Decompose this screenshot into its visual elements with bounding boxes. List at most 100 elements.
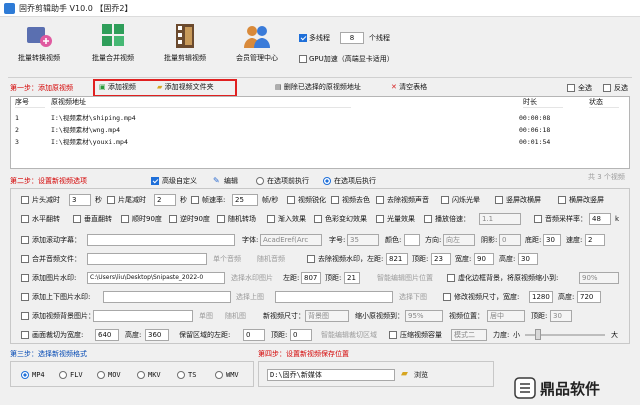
img-wm-path-input[interactable]: C:\Users\liu\Desktop\Snipaste_2022-0 xyxy=(87,272,225,284)
bottom-img-input[interactable] xyxy=(275,291,393,303)
fps-input[interactable]: 25 xyxy=(232,194,258,206)
single-audio-button[interactable]: 单个音频 xyxy=(213,254,241,264)
video-table[interactable]: 序号 原视频地址 时长 状态 1 I:\视频素材\shiping.mp4 00:… xyxy=(10,96,630,169)
format-radio-wmv[interactable] xyxy=(215,371,223,379)
select-bottom-button[interactable]: 选择下图 xyxy=(399,292,427,302)
opt-color-checkbox[interactable] xyxy=(314,215,322,223)
resize-checkbox[interactable] xyxy=(443,293,451,301)
merge-audio-checkbox[interactable] xyxy=(21,255,29,263)
wm-left-input[interactable]: 821 xyxy=(386,253,408,265)
select-top-button[interactable]: 选择上图 xyxy=(236,292,264,302)
top-img-input[interactable] xyxy=(103,291,231,303)
wm-h-input[interactable]: 30 xyxy=(518,253,538,265)
opt-vflip-checkbox[interactable] xyxy=(73,215,81,223)
tail-cut-checkbox[interactable] xyxy=(107,196,115,204)
crop-w-input[interactable]: 640 xyxy=(95,329,119,341)
thread-count-input[interactable]: 8 xyxy=(340,32,364,44)
delete-selected-button[interactable]: ▤ 删除已选择的原视频地址 xyxy=(272,82,377,95)
gpu-checkbox[interactable] xyxy=(299,55,307,63)
blur-bg-checkbox[interactable] xyxy=(447,274,455,282)
bottom-input[interactable]: 30 xyxy=(543,234,561,246)
head-cut-checkbox[interactable] xyxy=(21,196,29,204)
keep-left-input[interactable]: 0 xyxy=(243,329,265,341)
opt-hflip-checkbox[interactable] xyxy=(21,215,29,223)
speed-select[interactable]: 1.1 xyxy=(479,213,521,225)
opt-cw90-checkbox[interactable] xyxy=(121,215,129,223)
color-picker[interactable] xyxy=(404,234,420,246)
select-all-checkbox[interactable] xyxy=(567,84,575,92)
format-radio-mp4[interactable] xyxy=(21,371,29,379)
random-img-button[interactable]: 随机图 xyxy=(225,311,246,321)
wm-top-input[interactable]: 23 xyxy=(431,253,451,265)
resize-h-input[interactable]: 720 xyxy=(577,291,601,303)
vpos-select[interactable]: 居中 xyxy=(487,310,525,322)
img-left-input[interactable]: 807 xyxy=(301,272,321,284)
clear-table-button[interactable]: ✕ 清空表格 xyxy=(388,82,440,95)
crop-checkbox[interactable] xyxy=(21,331,29,339)
img-wm-checkbox[interactable] xyxy=(21,274,29,282)
opt-fadein-checkbox[interactable] xyxy=(267,215,275,223)
smart-crop-button[interactable]: 智能编辑裁切区域 xyxy=(321,330,377,340)
scroll-sub-input[interactable] xyxy=(87,234,235,246)
table-row[interactable]: 1 I:\视频素材\shiping.mp4 00:00:08 xyxy=(11,113,629,124)
compress-checkbox[interactable] xyxy=(389,331,397,339)
after-radio[interactable] xyxy=(323,177,331,185)
opt-decolor-checkbox[interactable] xyxy=(331,196,339,204)
opt-mute-checkbox[interactable] xyxy=(376,196,384,204)
format-radio-mov[interactable] xyxy=(97,371,105,379)
force-slider-thumb[interactable] xyxy=(535,329,541,340)
shrink-select[interactable]: 95% xyxy=(405,310,443,322)
opt-h2v-checkbox[interactable] xyxy=(558,196,566,204)
add-folder-button[interactable]: ▰ 添加视频文件夹 xyxy=(154,82,234,95)
opt-light-checkbox[interactable] xyxy=(376,215,384,223)
size-select[interactable]: 35 xyxy=(347,234,379,246)
fps-checkbox[interactable] xyxy=(191,196,199,204)
sample-rate-input[interactable]: 48 xyxy=(589,213,611,225)
mode-select[interactable]: 模式二 xyxy=(451,329,487,341)
multithread-checkbox[interactable] xyxy=(299,34,307,42)
opt-v2h-checkbox[interactable] xyxy=(495,196,503,204)
format-radio-mkv[interactable] xyxy=(137,371,145,379)
tail-cut-input[interactable]: 2 xyxy=(154,194,176,206)
wm-w-input[interactable]: 90 xyxy=(474,253,494,265)
speed2-input[interactable]: 2 xyxy=(585,234,605,246)
edit-label[interactable]: 编辑 xyxy=(224,176,238,186)
vtop-input[interactable]: 30 xyxy=(550,310,572,322)
remove-wm-checkbox[interactable] xyxy=(307,255,315,263)
keep-top-input[interactable]: 0 xyxy=(290,329,312,341)
advanced-checkbox[interactable] xyxy=(151,177,159,185)
invert-checkbox[interactable] xyxy=(603,84,611,92)
table-row[interactable]: 3 I:\视频素材\youxi.mp4 00:01:54 xyxy=(11,137,629,148)
opt-transition-checkbox[interactable] xyxy=(217,215,225,223)
opt-ccw90-checkbox[interactable] xyxy=(169,215,177,223)
blur-select[interactable]: 90% xyxy=(579,272,619,284)
random-audio-button[interactable]: 随机音频 xyxy=(257,254,285,264)
crop-h-input[interactable]: 360 xyxy=(145,329,169,341)
add-video-button[interactable]: ▣ 添加视频 xyxy=(96,82,151,95)
newpos-select[interactable]: 背景图 xyxy=(305,310,349,322)
smart-wm-button[interactable]: 智能编辑图片位置 xyxy=(377,273,433,283)
before-radio[interactable] xyxy=(256,177,264,185)
topbottom-checkbox[interactable] xyxy=(21,293,29,301)
bg-img-input[interactable] xyxy=(93,310,193,322)
opt-flash-checkbox[interactable] xyxy=(441,196,449,204)
merge-audio-input[interactable] xyxy=(87,253,207,265)
opt-speed-checkbox[interactable] xyxy=(424,215,432,223)
resize-w-input[interactable]: 1280 xyxy=(529,291,553,303)
img-top-input[interactable]: 21 xyxy=(344,272,360,284)
shadow-input[interactable]: 0 xyxy=(499,234,521,246)
font-select[interactable]: AcadEref(Arc xyxy=(260,234,322,246)
browse-button[interactable]: 浏览 xyxy=(414,370,428,380)
select-wm-button[interactable]: 选择水印图片 xyxy=(231,273,273,283)
bg-img-checkbox[interactable] xyxy=(21,312,29,320)
sample-rate-checkbox[interactable] xyxy=(534,215,542,223)
head-cut-input[interactable]: 3 xyxy=(69,194,91,206)
single-img-button[interactable]: 单图 xyxy=(199,311,213,321)
format-radio-ts[interactable] xyxy=(177,371,185,379)
scroll-sub-checkbox[interactable] xyxy=(21,236,29,244)
dir-select[interactable]: 向左 xyxy=(443,234,475,246)
table-row[interactable]: 2 I:\视频素材\wng.mp4 00:06:18 xyxy=(11,125,629,136)
opt-sharpen-checkbox[interactable] xyxy=(287,196,295,204)
output-path-input[interactable]: D:\固乔\新媒体 xyxy=(267,369,395,381)
format-radio-flv[interactable] xyxy=(59,371,67,379)
